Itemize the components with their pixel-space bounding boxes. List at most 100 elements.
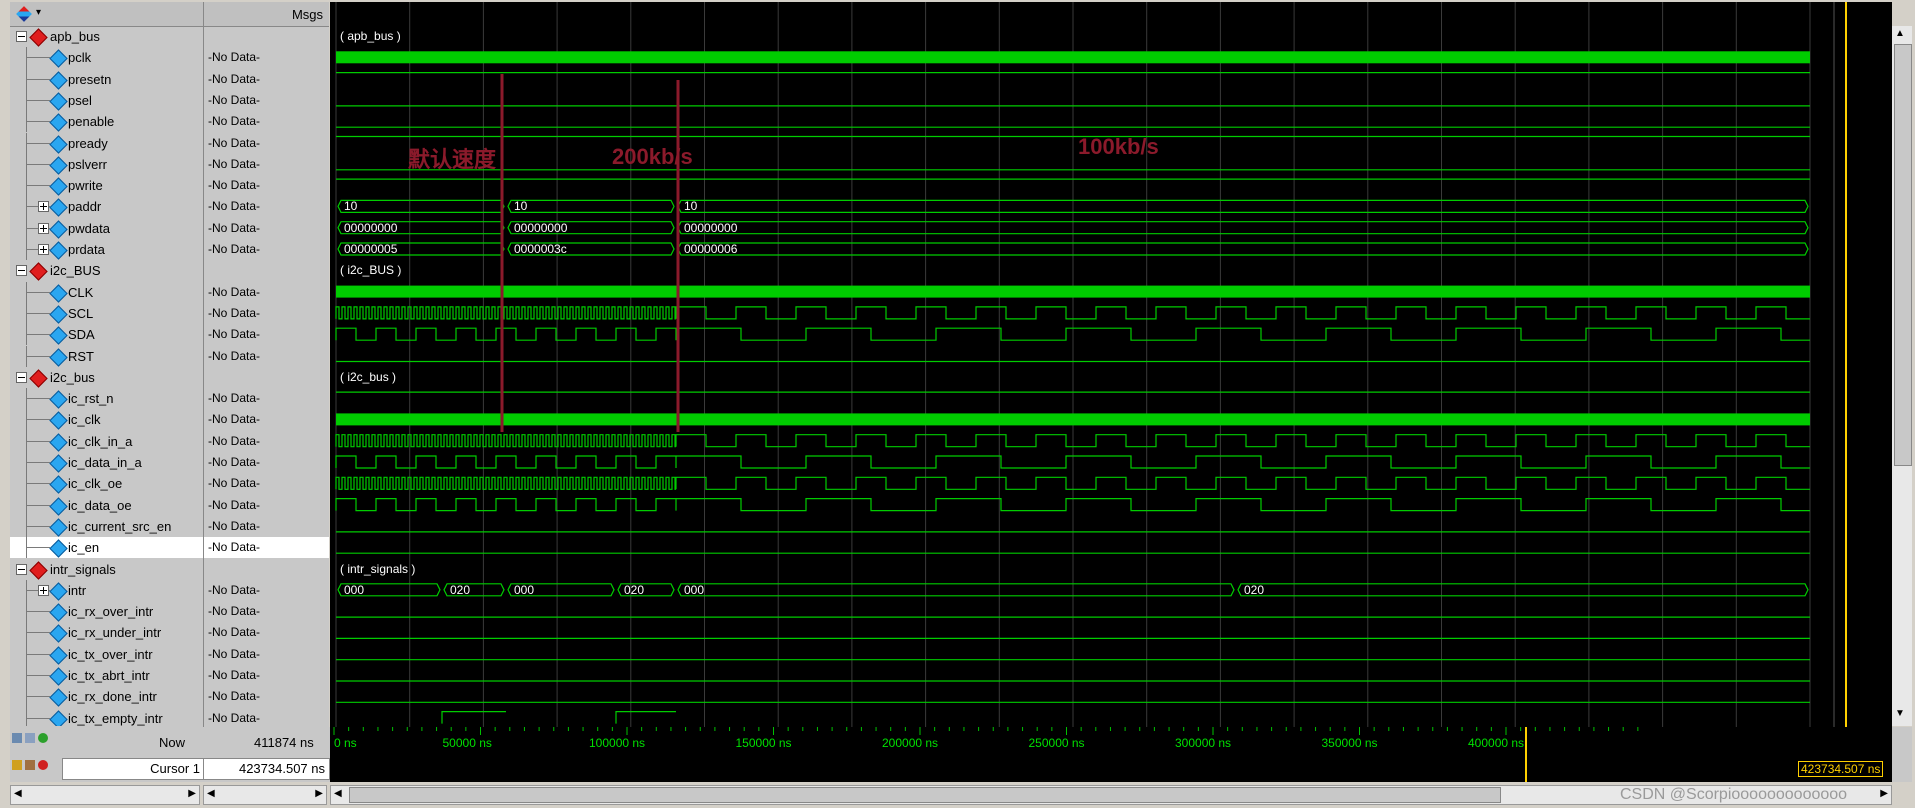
- msg-row[interactable]: -No Data-: [204, 111, 329, 132]
- msg-row[interactable]: -No Data-: [204, 324, 329, 345]
- expand-icon[interactable]: [38, 201, 49, 213]
- signal-row-ic-clk-in-a[interactable]: ic_clk_in_a: [10, 430, 203, 452]
- msgs-list: -No Data- -No Data- -No Data- -No Data- -No …: [204, 26, 329, 726]
- signal-row-ic-en[interactable]: ic_en: [10, 537, 203, 559]
- lock-icon[interactable]: [12, 760, 22, 770]
- msg-row[interactable]: -No Data-: [204, 282, 329, 303]
- msg-row[interactable]: -No Data-: [204, 686, 329, 707]
- msg-row[interactable]: -No Data-: [204, 133, 329, 154]
- msg-row[interactable]: [204, 559, 329, 580]
- clock-icon[interactable]: [25, 733, 35, 743]
- scroll-right-icon[interactable]: ▶: [315, 788, 323, 799]
- signal-row-presetn[interactable]: presetn: [10, 68, 203, 90]
- signal-row-ic-tx-over-intr[interactable]: ic_tx_over_intr: [10, 643, 203, 665]
- collapse-icon[interactable]: [16, 265, 27, 277]
- msg-row[interactable]: -No Data-: [204, 239, 329, 260]
- msg-row[interactable]: -No Data-: [204, 580, 329, 601]
- zoom-icon[interactable]: [12, 733, 22, 743]
- msg-row[interactable]: -No Data-: [204, 452, 329, 473]
- scroll-up-icon[interactable]: ▲: [1895, 28, 1905, 39]
- expand-icon[interactable]: [38, 222, 49, 234]
- msg-row[interactable]: -No Data-: [204, 154, 329, 175]
- msg-row[interactable]: -No Data-: [204, 665, 329, 686]
- signal-row-rst[interactable]: RST: [10, 345, 203, 367]
- msg-row[interactable]: -No Data-: [204, 601, 329, 622]
- msg-row[interactable]: -No Data-: [204, 409, 329, 430]
- expand-icon[interactable]: [38, 244, 49, 255]
- signal-row-pwdata[interactable]: pwdata: [10, 217, 203, 239]
- signal-row-intr-signals[interactable]: intr_signals: [10, 559, 203, 580]
- scroll-right-icon[interactable]: ▶: [188, 788, 196, 799]
- scroll-right-icon[interactable]: ▶: [1880, 788, 1888, 799]
- signal-row-apb-bus[interactable]: apb_bus: [10, 26, 203, 47]
- msg-row[interactable]: -No Data-: [204, 303, 329, 324]
- wave-scroll-thumb[interactable]: [349, 787, 1501, 803]
- pencil-icon[interactable]: [25, 760, 35, 770]
- msg-row[interactable]: -No Data-: [204, 495, 329, 516]
- delete-cursor-icon[interactable]: [38, 760, 48, 770]
- msg-row[interactable]: [204, 260, 329, 281]
- msg-row[interactable]: -No Data-: [204, 473, 329, 494]
- timeline-ruler[interactable]: 0 ns 50000 ns 100000 ns 150000 ns 200000 ns 2…: [330, 727, 1892, 782]
- signal-row-ic-data-oe[interactable]: ic_data_oe: [10, 494, 203, 516]
- msg-row[interactable]: -No Data-: [204, 537, 329, 559]
- scroll-thumb[interactable]: [1894, 44, 1912, 466]
- msg-row[interactable]: -No Data-: [204, 218, 329, 239]
- signal-row-ic-tx-abrt-intr[interactable]: ic_tx_abrt_intr: [10, 665, 203, 687]
- signal-row-i2c-bus[interactable]: i2c_BUS: [10, 260, 203, 281]
- signal-row-intr[interactable]: intr: [10, 579, 203, 602]
- msg-row[interactable]: -No Data-: [204, 388, 329, 409]
- signal-row-psel[interactable]: psel: [10, 89, 203, 112]
- collapse-icon[interactable]: [16, 371, 27, 383]
- signal-row-ic-rx-under-intr[interactable]: ic_rx_under_intr: [10, 622, 203, 644]
- collapse-icon[interactable]: [16, 31, 27, 42]
- msg-row[interactable]: -No Data-: [204, 516, 329, 537]
- signal-row-prdata[interactable]: prdata: [10, 239, 203, 261]
- scroll-left-icon[interactable]: ◀: [334, 788, 342, 799]
- msg-row[interactable]: -No Data-: [204, 90, 329, 111]
- signal-row-ic-clk[interactable]: ic_clk: [10, 409, 203, 431]
- cursor-time-tag[interactable]: 423734.507 ns: [1798, 761, 1884, 777]
- signal-row-scl[interactable]: SCL: [10, 302, 203, 325]
- scroll-down-icon[interactable]: ▼: [1895, 708, 1905, 719]
- collapse-icon[interactable]: [16, 563, 27, 575]
- signal-row-ic-rx-done-intr[interactable]: ic_rx_done_intr: [10, 686, 203, 708]
- signal-row-sda[interactable]: SDA: [10, 324, 203, 346]
- signal-row-ic-rx-over-intr[interactable]: ic_rx_over_intr: [10, 601, 203, 623]
- signal-row-pready[interactable]: pready: [10, 132, 203, 154]
- signal-row-penable[interactable]: penable: [10, 111, 203, 133]
- msg-row[interactable]: -No Data-: [204, 175, 329, 196]
- msg-row[interactable]: -No Data-: [204, 47, 329, 68]
- msg-row[interactable]: -No Data-: [204, 622, 329, 643]
- chevron-down-icon[interactable]: ▾: [36, 7, 41, 18]
- signal-row-ic-tx-empty-intr[interactable]: ic_tx_empty_intr: [10, 707, 203, 726]
- msg-row[interactable]: [204, 26, 329, 47]
- msg-row[interactable]: -No Data-: [204, 69, 329, 90]
- msg-row[interactable]: -No Data-: [204, 346, 329, 367]
- msg-row[interactable]: -No Data-: [204, 431, 329, 452]
- msg-row[interactable]: -No Data-: [204, 644, 329, 665]
- cursor-label-box[interactable]: Cursor 1: [62, 758, 205, 780]
- signal-row-pwrite[interactable]: pwrite: [10, 175, 203, 197]
- vertical-scrollbar[interactable]: ▲ ▼: [1892, 26, 1912, 726]
- scroll-left-icon[interactable]: ◀: [207, 788, 215, 799]
- signal-row-pslverr[interactable]: pslverr: [10, 153, 203, 176]
- wave-window-icon[interactable]: [16, 6, 32, 22]
- expand-icon[interactable]: [38, 584, 49, 596]
- add-cursor-icon[interactable]: [38, 733, 48, 743]
- signal-row-ic-clk-oe[interactable]: ic_clk_oe: [10, 473, 203, 495]
- msgs-hscroll[interactable]: ◀ ▶: [203, 785, 327, 805]
- scroll-left-icon[interactable]: ◀: [14, 788, 22, 799]
- signal-row-pclk[interactable]: pclk: [10, 47, 203, 69]
- names-hscroll[interactable]: ◀ ▶: [10, 785, 200, 805]
- waveform-pane[interactable]: ( apb_bus ) 10 10 10 00000000 00000000 0000000…: [330, 2, 1892, 727]
- signal-row-i2c-bus[interactable]: i2c_bus: [10, 367, 203, 388]
- msg-row[interactable]: -No Data-: [204, 708, 329, 726]
- signal-row-clk[interactable]: CLK: [10, 281, 203, 303]
- signal-row-ic-rst-n[interactable]: ic_rst_n: [10, 388, 203, 410]
- msg-row[interactable]: -No Data-: [204, 196, 329, 217]
- signal-row-paddr[interactable]: paddr: [10, 196, 203, 218]
- signal-row-ic-data-in-a[interactable]: ic_data_in_a: [10, 452, 203, 474]
- msg-row[interactable]: [204, 367, 329, 388]
- signal-row-ic-current-src-en[interactable]: ic_current_src_en: [10, 515, 203, 538]
